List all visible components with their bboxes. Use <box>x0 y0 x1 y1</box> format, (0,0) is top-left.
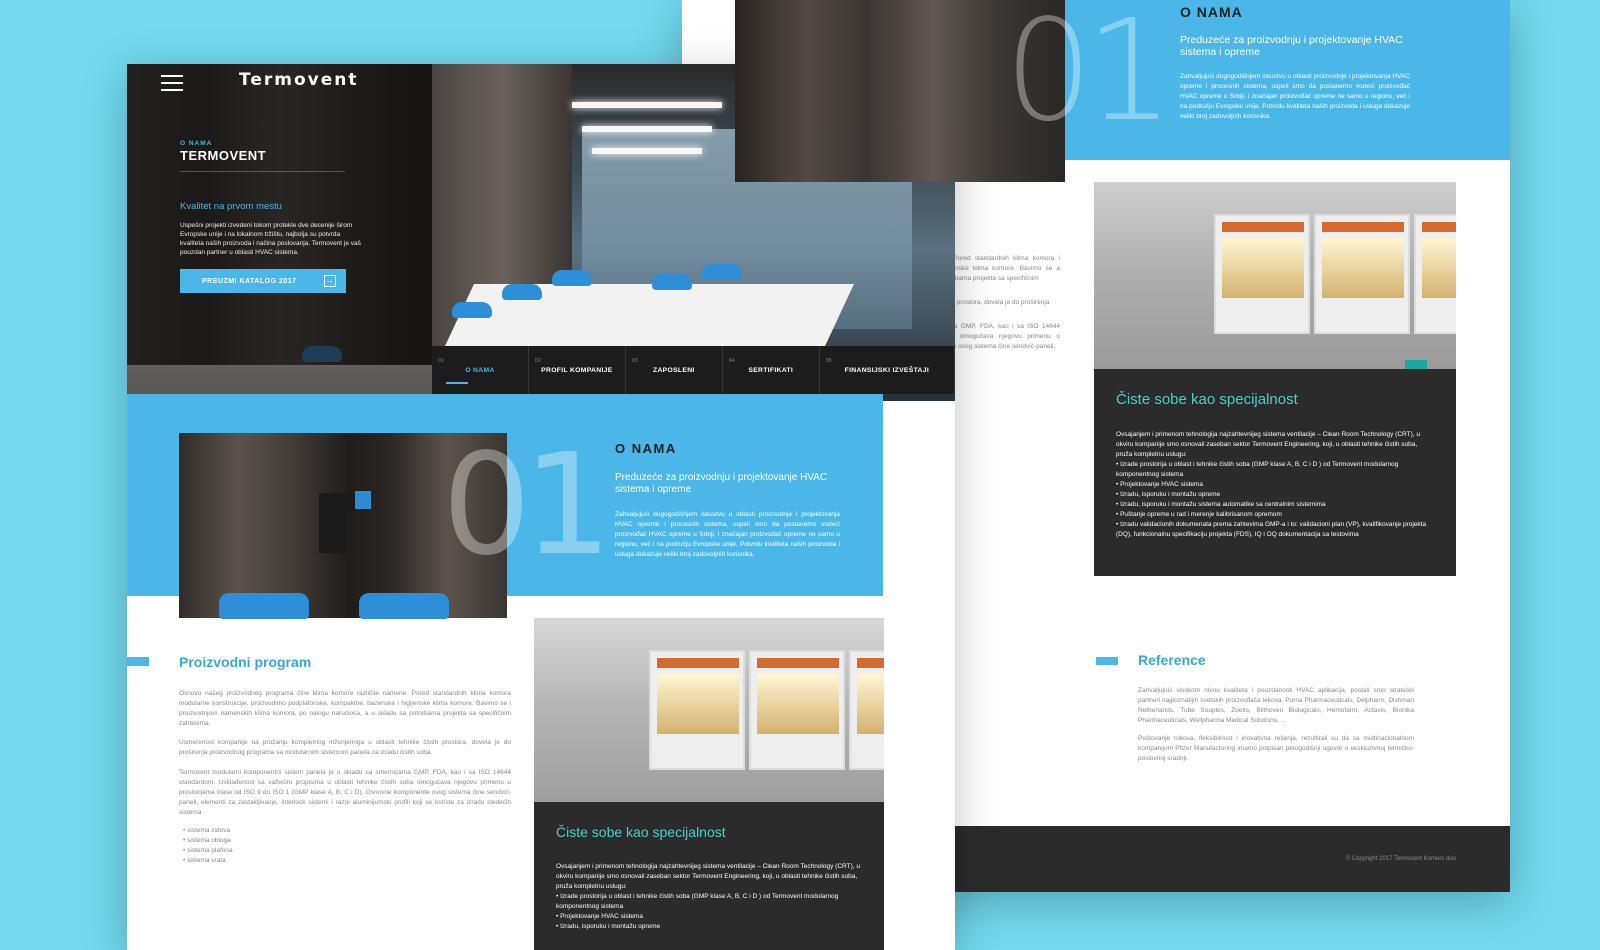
hood-image <box>1314 214 1410 334</box>
program-p1: Osnovu našeg proizvodnog programa čine k… <box>179 690 511 727</box>
list-item: • Izradu validacionih dokumenata prema z… <box>1116 521 1427 538</box>
download-catalog-button[interactable]: PREUZMI KATALOG 2017 → <box>180 269 346 293</box>
program-p2: Usmerenost kompanije na pružanju komplet… <box>179 739 511 756</box>
tab-zaposleni[interactable]: 03 ZAPOSLENI <box>626 346 723 394</box>
list-item: • Projektovanje HVAC sistema <box>556 913 644 920</box>
list-item: • sistema obloga <box>183 837 231 844</box>
side-text: ne. Pored standardnih klima komora i hig… <box>940 254 1060 352</box>
program-list: • sistema zidova • sistema obloga • sist… <box>183 826 233 866</box>
logo[interactable]: Termovent <box>239 70 359 90</box>
side-text-p3: icama GMP, FDA, kao i sa ISO 14644 soba … <box>940 323 1060 350</box>
tab-profil-kompanije[interactable]: 02 PROFIL KOMPANIJE <box>529 346 626 394</box>
about-subtitle: Preduzeće za proizvodnju i projektovanje… <box>615 472 828 495</box>
about-text: Zahvaljujući dugogodišnjem iskustvu u ob… <box>615 511 840 558</box>
list-item: • sistema vrata <box>183 857 226 864</box>
program-title: Proizvodni program <box>179 654 312 670</box>
hood-image <box>649 650 745 770</box>
hero-kicker: O NAMA <box>180 140 213 147</box>
clean-room-card: Čiste sobe kao specijalnost Ovsajanjem i… <box>534 802 884 950</box>
tab-finansijski-izvestaji[interactable]: 05 FINANSIJSKI IZVEŠTAJI <box>820 346 955 394</box>
list-item: • Izradu, isporuku i montažu opreme <box>556 923 661 930</box>
about-section: O NAMA Preduzeće za proizvodnju i projek… <box>615 441 840 560</box>
hero-panel: Termovent O NAMA TERMOVENT Kvalitet na p… <box>127 64 432 394</box>
list-item: • sistema zidova <box>183 827 231 834</box>
logo-sign <box>319 491 371 553</box>
side-text-p2: čistih prostora, dovela je do proširenja <box>940 299 1050 306</box>
lab-photo <box>1094 182 1456 369</box>
divider <box>180 171 345 172</box>
clean-list: • Izrade prostorija u oblast i tehnike č… <box>1116 460 1434 540</box>
reference-title: Reference <box>1138 652 1206 668</box>
clean-text: Ovsajanjem i primenom tehnologija najzah… <box>1116 431 1420 458</box>
about-title: O NAMA <box>615 441 677 456</box>
copyright: © Copyright 2017 Termovent Komerc doo <box>1345 856 1456 862</box>
side-text-p1: ne. Pored standardnih klima komora i hig… <box>940 255 1060 282</box>
section-nav: 01 O NAMA 02 PROFIL KOMPANIJE 03 ZAPOSLE… <box>432 346 955 394</box>
tab-o-nama[interactable]: 01 O NAMA <box>432 346 529 394</box>
menu-icon[interactable] <box>161 75 183 91</box>
section-number: 01 <box>1004 0 1174 153</box>
accent-line <box>1096 657 1118 665</box>
program-p3: Termovent modularni komponentni sistem p… <box>179 769 511 816</box>
arrow-right-icon: → <box>324 275 336 287</box>
button-label: PREUZMI KATALOG 2017 <box>202 277 297 285</box>
about-section: O NAMA Preduzeće za proizvodnju i projek… <box>1180 4 1410 122</box>
hood-image <box>749 650 845 770</box>
list-item: • sistema plafona <box>183 847 233 854</box>
list-item: • Projektovanje HVAC sistema <box>1116 481 1204 488</box>
list-item: • Izrade prostorija u oblast i tehnike č… <box>556 893 839 910</box>
reference-p2: Poštovanje rokova, fleksibilnost i inova… <box>1138 735 1414 762</box>
list-item: • Izradu, isporuku i montažu opreme <box>1116 491 1221 498</box>
list-item: • Izrade prostorija u oblast i tehnike č… <box>1116 461 1399 478</box>
hero-title: TERMOVENT <box>180 148 267 163</box>
tab-sertifikati[interactable]: 04 SERTIFIKATI <box>723 346 820 394</box>
list-item: • Izradu, isporuku i montažu sistema aut… <box>1116 501 1326 508</box>
front-page: Termovent O NAMA TERMOVENT Kvalitet na p… <box>127 64 955 950</box>
reference-p1: Zahvaljujući visokom nivou kvaliteta i p… <box>1138 687 1414 724</box>
lab-photo <box>534 618 884 802</box>
hero-subtitle: Kvalitet na prvom mestu <box>180 201 282 212</box>
hood-image <box>849 650 884 770</box>
accent-line <box>127 657 149 666</box>
clean-title: Čiste sobe kao specijalnost <box>556 824 726 840</box>
clean-list: • Izrade prostorija u oblast i tehnike č… <box>556 892 862 932</box>
hood-image <box>1214 214 1310 334</box>
about-subtitle: Preduzeće za proizvodnju i projektovanje… <box>1180 34 1403 58</box>
clean-text: Ovsajanjem i primenom tehnologija najzah… <box>556 863 860 890</box>
section-number: 01 <box>442 424 612 587</box>
about-text: Zahvaljujući dugogodišnjem iskustvu u ob… <box>1180 73 1410 120</box>
clean-room-card: Čiste sobe kao specijalnost Ovsajanjem i… <box>1094 369 1456 576</box>
hood-image <box>1414 214 1456 334</box>
list-item: • Puštanje opreme u rad i merenje kalibr… <box>1116 511 1282 518</box>
clean-title: Čiste sobe kao specijalnost <box>1116 391 1298 408</box>
hero-description: Uspešni projekti izvedeni tokom protekle… <box>180 222 361 256</box>
about-title: O NAMA <box>1180 4 1243 20</box>
